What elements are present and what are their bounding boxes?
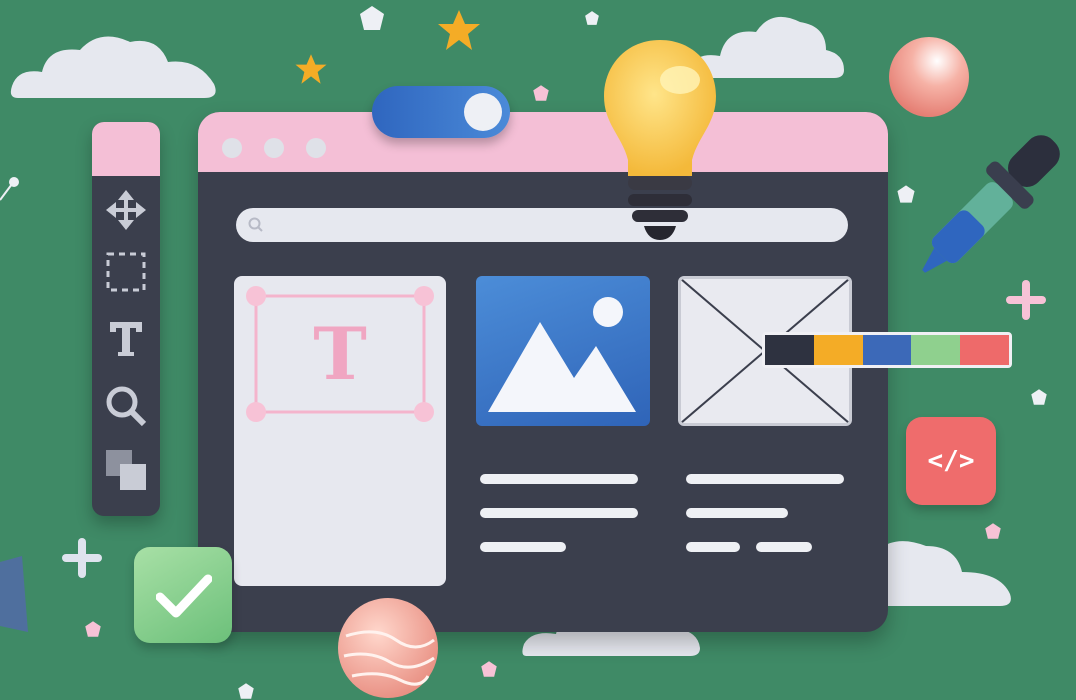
text-glyph: T	[313, 311, 367, 396]
star-icon	[438, 10, 480, 50]
text-layout-card[interactable]: T	[234, 276, 446, 586]
tool-panel-header	[92, 122, 160, 176]
code-badge-text: </>	[927, 446, 975, 476]
gem-shape	[360, 6, 384, 30]
palette-swatch[interactable]	[911, 335, 961, 365]
text-line	[480, 542, 566, 552]
cloud-icon	[10, 36, 216, 98]
gem-shape	[1031, 389, 1047, 405]
marquee-select-icon[interactable]	[104, 250, 148, 294]
browser-window: T	[198, 112, 888, 632]
plus-icon	[1006, 280, 1046, 320]
toggle-knob[interactable]	[464, 93, 502, 131]
gem-shape	[85, 621, 101, 637]
check-badge	[134, 547, 232, 643]
gem-shape	[897, 185, 915, 203]
window-dot[interactable]	[264, 138, 284, 158]
text-line	[480, 474, 638, 484]
shard-shape	[0, 556, 28, 632]
palette-swatch[interactable]	[765, 335, 814, 365]
planet-orb	[889, 37, 969, 117]
text-line	[686, 474, 844, 484]
image-card[interactable]	[476, 276, 650, 426]
palette-swatch[interactable]	[813, 335, 863, 365]
text-tool-icon[interactable]	[106, 318, 146, 358]
move-icon[interactable]	[104, 188, 148, 232]
text-line	[686, 508, 788, 518]
text-line	[480, 508, 638, 518]
search-bar[interactable]	[236, 208, 848, 242]
check-icon	[156, 574, 212, 618]
pin-shape	[0, 177, 19, 201]
toggle-switch[interactable]	[372, 86, 510, 138]
gem-shape	[238, 683, 254, 699]
lightbulb-icon	[604, 40, 716, 240]
layers-icon[interactable]	[104, 448, 148, 494]
gem-shape	[481, 661, 497, 677]
palette-swatch[interactable]	[862, 335, 912, 365]
plus-icon	[62, 538, 102, 578]
planet-orb	[338, 598, 438, 698]
text-line	[686, 542, 740, 552]
gem-shape	[533, 85, 549, 101]
palette-swatch[interactable]	[960, 335, 1009, 365]
zoom-icon[interactable]	[104, 384, 148, 428]
color-palette[interactable]	[762, 332, 1012, 368]
window-dot[interactable]	[306, 138, 326, 158]
eyedropper-icon	[922, 135, 1060, 273]
gem-shape	[585, 11, 599, 25]
window-dot[interactable]	[222, 138, 242, 158]
search-icon	[248, 217, 263, 232]
star-icon	[295, 54, 327, 84]
text-line	[756, 542, 812, 552]
code-icon: </>	[906, 417, 996, 505]
tool-panel	[92, 122, 160, 516]
window-titlebar	[198, 112, 888, 172]
image-icon	[488, 297, 636, 412]
gem-shape	[985, 523, 1001, 539]
